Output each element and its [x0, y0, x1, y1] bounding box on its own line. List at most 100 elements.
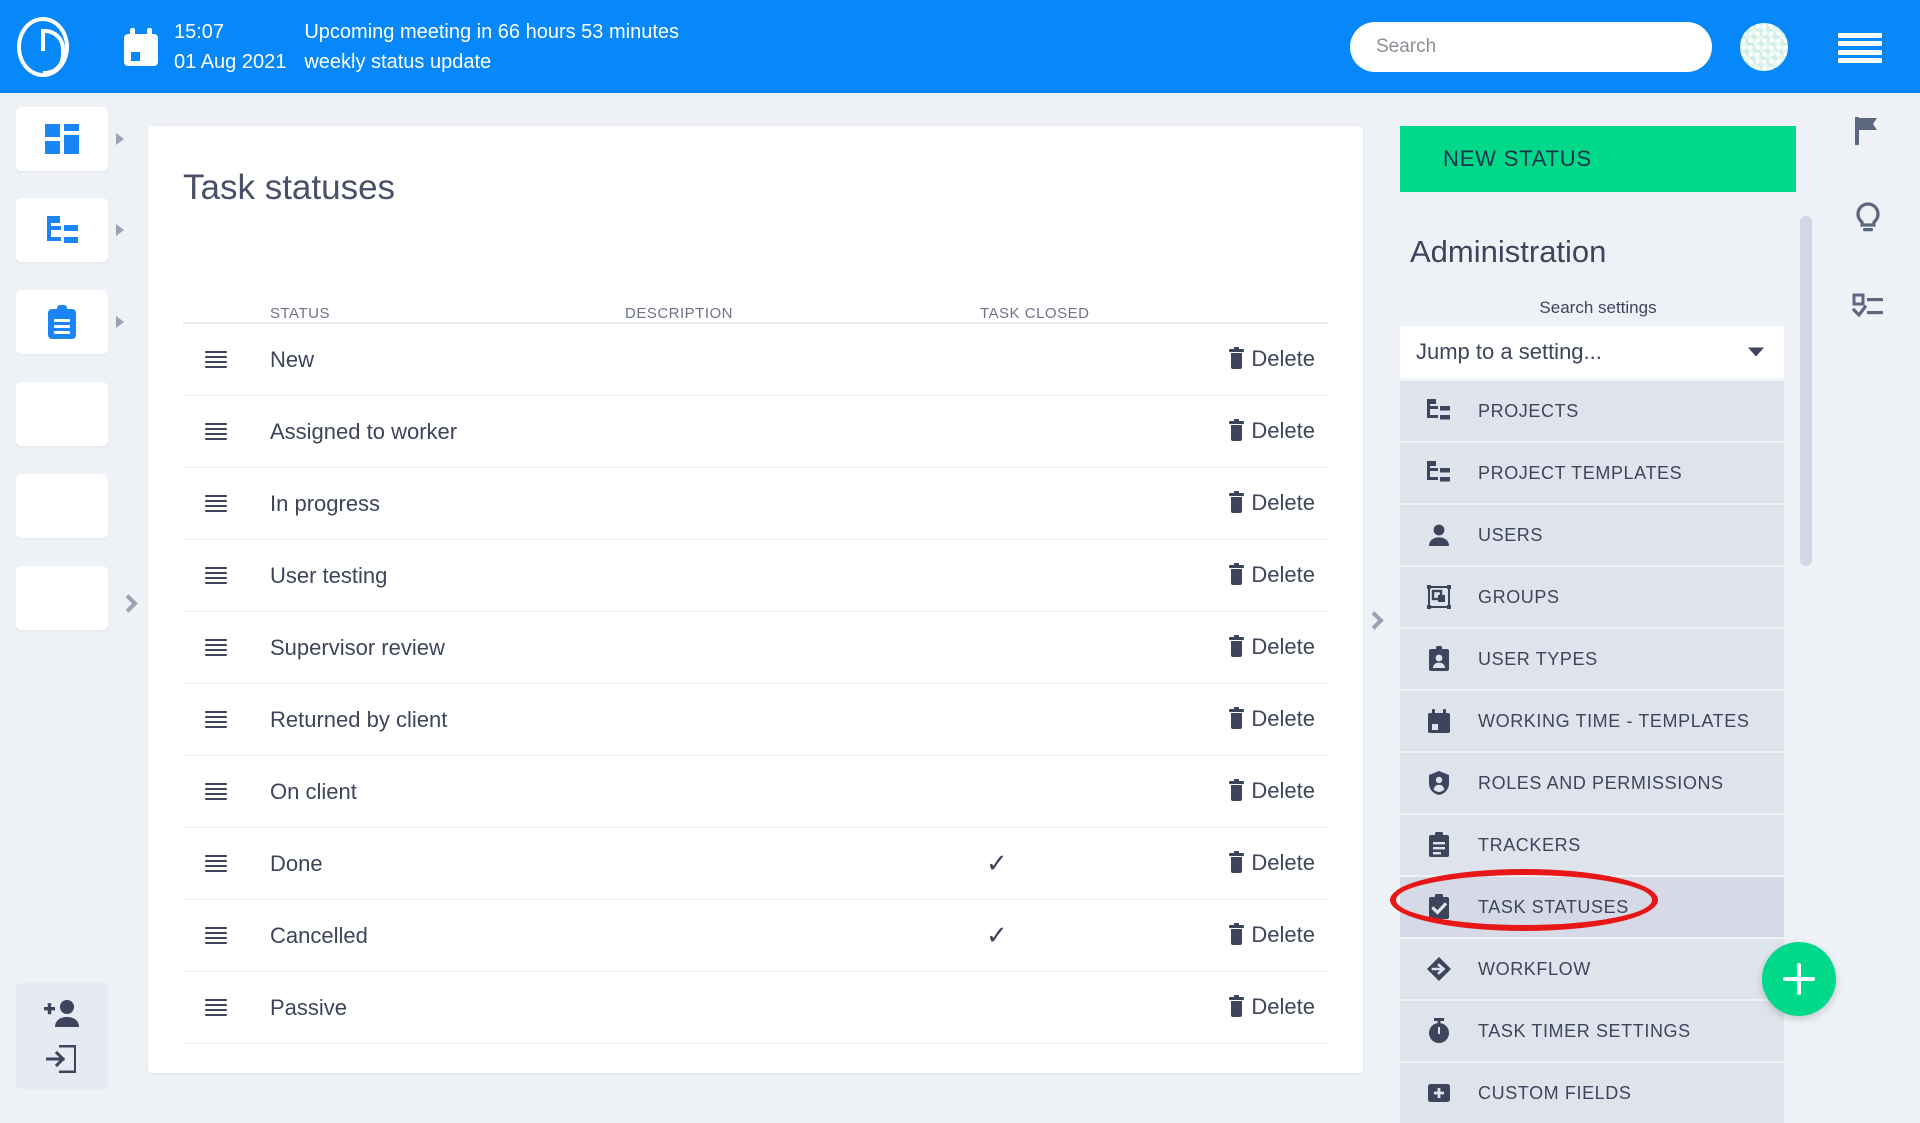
- task-closed-cell: ✓: [980, 850, 1170, 877]
- table-row[interactable]: Cancelled ✓ Delete: [183, 900, 1328, 972]
- drag-handle-icon[interactable]: [205, 350, 227, 369]
- column-header-description: DESCRIPTION: [625, 305, 734, 322]
- sidebar-item-4[interactable]: [16, 382, 108, 446]
- admin-menu-item[interactable]: CUSTOM FIELDS: [1400, 1063, 1784, 1123]
- admin-menu-item[interactable]: TASK TIMER SETTINGS: [1400, 1001, 1784, 1061]
- table-header-row: STATUS DESCRIPTION TASK CLOSED: [183, 278, 1328, 324]
- drag-handle-icon[interactable]: [205, 422, 227, 441]
- calendar-icon: [124, 27, 158, 66]
- admin-menu-item-label: USER TYPES: [1478, 648, 1598, 669]
- admin-menu-item[interactable]: USER TYPES: [1400, 629, 1784, 689]
- sidebar-item-dashboard[interactable]: [16, 107, 124, 171]
- user-badge-icon: [1426, 646, 1452, 672]
- new-status-button[interactable]: NEW STATUS: [1400, 126, 1796, 192]
- shield-user-icon: [1426, 770, 1452, 796]
- meeting-headline: Upcoming meeting in 66 hours 53 minutes: [304, 20, 679, 43]
- delete-button[interactable]: Delete: [1229, 706, 1315, 732]
- delete-button[interactable]: Delete: [1229, 850, 1315, 876]
- table-row[interactable]: Assigned to worker Delete: [183, 396, 1328, 468]
- table-row[interactable]: User testing Delete: [183, 540, 1328, 612]
- delete-button[interactable]: Delete: [1229, 346, 1315, 372]
- delete-button[interactable]: Delete: [1229, 922, 1315, 948]
- admin-menu-item-label: GROUPS: [1478, 586, 1560, 607]
- lightbulb-icon[interactable]: [1848, 198, 1888, 238]
- expand-arrow-icon: [116, 133, 124, 145]
- delete-button[interactable]: Delete: [1229, 634, 1315, 660]
- flag-icon[interactable]: [1848, 111, 1888, 151]
- status-name: User testing: [270, 562, 388, 588]
- check-icon: ✓: [986, 848, 1008, 878]
- drag-handle-icon[interactable]: [205, 638, 227, 657]
- sidebar-expand-button[interactable]: [119, 594, 142, 623]
- delete-button[interactable]: Delete: [1229, 418, 1315, 444]
- jump-to-setting-select[interactable]: Jump to a setting...: [1400, 326, 1784, 378]
- task-statuses-table: STATUS DESCRIPTION TASK CLOSED New Delete…: [183, 278, 1328, 1044]
- admin-panel-expand-button[interactable]: [1365, 611, 1384, 630]
- admin-menu-item[interactable]: USERS: [1400, 505, 1784, 565]
- sign-in-icon[interactable]: [45, 1044, 77, 1074]
- menu-icon[interactable]: [1838, 33, 1882, 63]
- scrollbar-thumb[interactable]: [1800, 216, 1812, 566]
- top-bar: 15:07 Upcoming meeting in 66 hours 53 mi…: [0, 0, 1920, 93]
- drag-handle-icon[interactable]: [205, 566, 227, 585]
- admin-menu-item[interactable]: ROLES AND PERMISSIONS: [1400, 753, 1784, 813]
- drag-handle-icon[interactable]: [205, 782, 227, 801]
- search-box[interactable]: [1350, 22, 1712, 72]
- admin-menu-item[interactable]: TRACKERS: [1400, 815, 1784, 875]
- drag-handle-icon[interactable]: [205, 710, 227, 729]
- drag-handle-icon[interactable]: [205, 854, 227, 873]
- admin-menu-item[interactable]: WORKFLOW: [1400, 939, 1784, 999]
- delete-label: Delete: [1251, 993, 1315, 1019]
- current-date: 01 Aug 2021: [174, 50, 287, 73]
- admin-menu-item-label: TASK TIMER SETTINGS: [1478, 1020, 1691, 1041]
- trash-icon: [1229, 994, 1245, 1017]
- table-row[interactable]: New Delete: [183, 324, 1328, 396]
- delete-button[interactable]: Delete: [1229, 778, 1315, 804]
- admin-menu-item[interactable]: TASK STATUSES: [1400, 877, 1784, 937]
- admin-menu-item[interactable]: PROJECT TEMPLATES: [1400, 443, 1784, 503]
- drag-handle-icon[interactable]: [205, 926, 227, 945]
- drag-handle-icon[interactable]: [205, 494, 227, 513]
- checklist-icon[interactable]: [1848, 285, 1888, 325]
- admin-menu-item[interactable]: GROUPS: [1400, 567, 1784, 627]
- sidebar-item-projects[interactable]: [16, 198, 124, 262]
- left-sidebar: [0, 93, 138, 1089]
- right-sidebar: [1820, 93, 1920, 1080]
- project-tree-icon: [1426, 398, 1452, 424]
- admin-menu-item-label: USERS: [1478, 524, 1544, 545]
- admin-menu-item[interactable]: WORKING TIME - TEMPLATES: [1400, 691, 1784, 751]
- clipboard-check-icon: [1426, 894, 1452, 920]
- delete-label: Delete: [1251, 777, 1315, 803]
- trash-icon: [1229, 490, 1245, 513]
- sidebar-item-5[interactable]: [16, 474, 108, 538]
- table-row[interactable]: Passive Delete: [183, 972, 1328, 1044]
- sidebar-item-tasks[interactable]: [16, 290, 124, 354]
- delete-button[interactable]: Delete: [1229, 994, 1315, 1020]
- groups-icon: [1426, 584, 1452, 610]
- sidebar-item-6[interactable]: [16, 566, 108, 630]
- search-input[interactable]: [1350, 22, 1712, 72]
- table-row[interactable]: Returned by client Delete: [183, 684, 1328, 756]
- stopwatch-icon: [1426, 1018, 1452, 1044]
- chevron-down-icon: [1748, 347, 1764, 357]
- avatar[interactable]: [1740, 23, 1788, 71]
- table-row[interactable]: Supervisor review Delete: [183, 612, 1328, 684]
- table-row[interactable]: In progress Delete: [183, 468, 1328, 540]
- add-button[interactable]: [1762, 942, 1836, 1016]
- admin-menu-item[interactable]: PROJECTS: [1400, 381, 1784, 441]
- table-row[interactable]: On client Delete: [183, 756, 1328, 828]
- trash-icon: [1229, 922, 1245, 945]
- trash-icon: [1229, 418, 1245, 441]
- delete-button[interactable]: Delete: [1229, 562, 1315, 588]
- jump-to-setting-value: Jump to a setting...: [1416, 339, 1602, 364]
- delete-button[interactable]: Delete: [1229, 490, 1315, 516]
- drag-handle-icon[interactable]: [205, 998, 227, 1017]
- administration-title: Administration: [1410, 234, 1607, 269]
- clipboard-icon: [1426, 832, 1452, 858]
- project-tree-icon: [1426, 460, 1452, 486]
- add-user-icon[interactable]: [44, 999, 80, 1027]
- status-name: Returned by client: [270, 706, 448, 732]
- app-logo-button[interactable]: [0, 0, 86, 93]
- administration-scrollbar[interactable]: [1800, 216, 1812, 856]
- table-row[interactable]: Done ✓ Delete: [183, 828, 1328, 900]
